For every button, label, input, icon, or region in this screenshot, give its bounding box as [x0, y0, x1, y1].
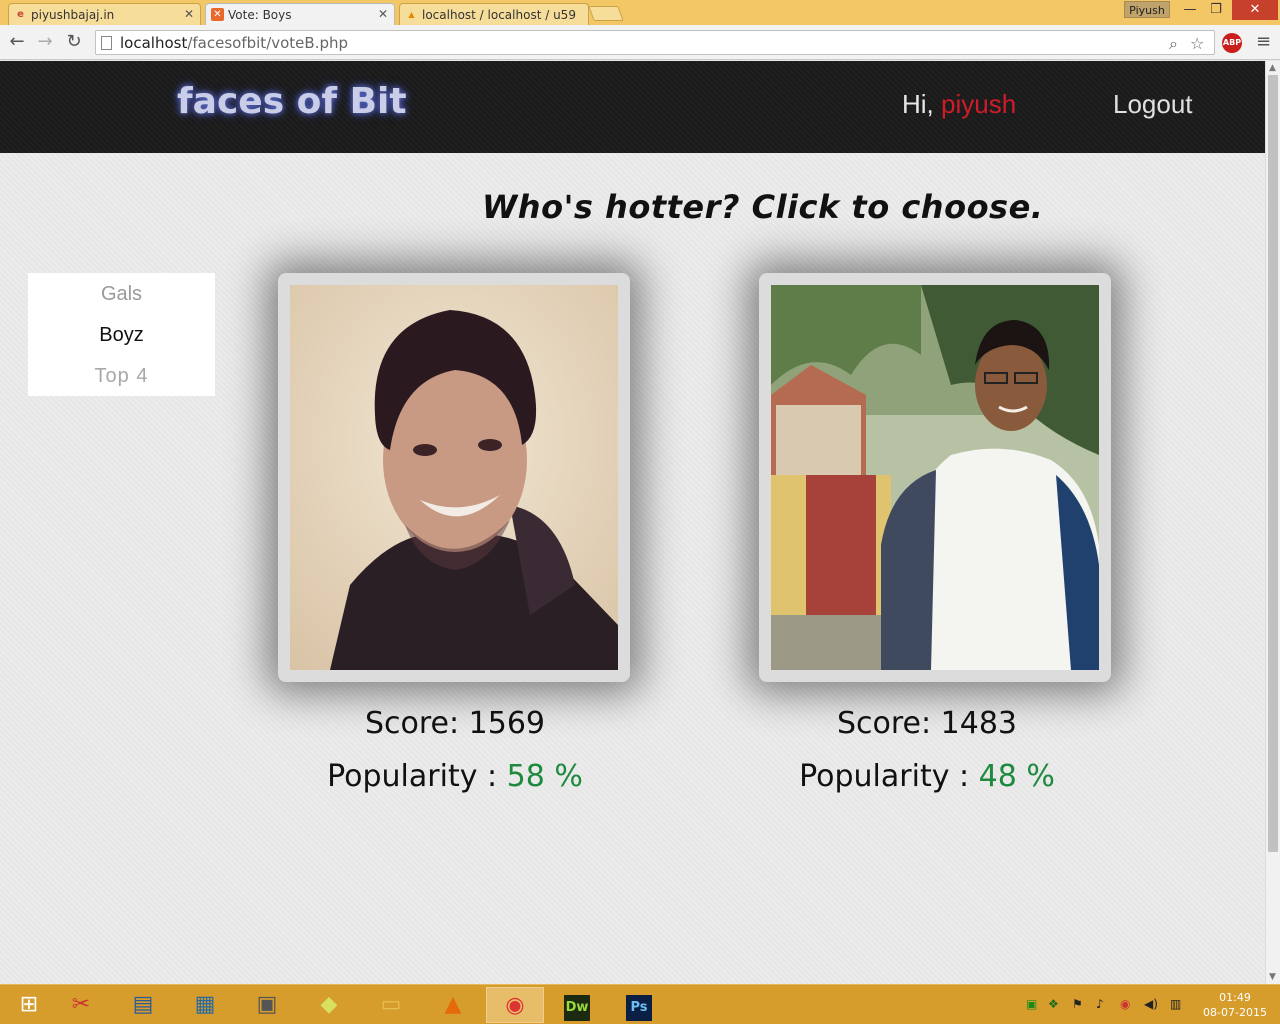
action-center-flag-icon[interactable]: ⚑	[1072, 997, 1083, 1011]
photoshop-icon[interactable]: Ps	[610, 987, 668, 1023]
system-clock[interactable]: 01:49 08-07-2015	[1200, 990, 1270, 1020]
dreamweaver-icon[interactable]: Dw	[548, 987, 606, 1023]
tab-vote-boys[interactable]: ✕ Vote: Boys ✕	[205, 3, 395, 25]
score-label: Score:	[364, 706, 460, 741]
scroll-up-icon[interactable]: ▲	[1269, 63, 1276, 73]
close-icon[interactable]: ✕	[184, 7, 194, 21]
volume-icon[interactable]: ◀)	[1144, 997, 1158, 1011]
score-value: 1483	[940, 706, 1018, 741]
contestant-card-left[interactable]	[278, 273, 630, 682]
back-arrow-icon[interactable]: ←	[6, 31, 28, 53]
site-logo[interactable]: faces of Bit	[177, 81, 407, 122]
score-label: Score:	[836, 706, 932, 741]
forward-arrow-icon[interactable]: →	[34, 31, 56, 53]
logout-link[interactable]: Logout	[1113, 89, 1193, 120]
vlc-icon[interactable]: ▲	[424, 987, 482, 1023]
adblock-plus-icon[interactable]: ABP	[1222, 33, 1242, 53]
browser-tab-strip: e piyushbajaj.in ✕ ✕ Vote: Boys ✕ ▲ loca…	[0, 0, 1280, 25]
category-menu: Gals Boyz Top 4	[28, 273, 215, 396]
monitor-icon[interactable]: ▤	[114, 987, 172, 1023]
menu-item-gals[interactable]: Gals	[28, 283, 215, 306]
site-favicon-icon: e	[17, 9, 24, 20]
tray-app-icon[interactable]: ▣	[1026, 997, 1037, 1011]
popularity-label: Popularity :	[327, 759, 498, 794]
file-explorer-icon[interactable]: ▭	[362, 987, 420, 1023]
start-icon[interactable]: ⊞	[0, 987, 58, 1023]
contestant-photo-left[interactable]	[290, 285, 618, 670]
tab-title: Vote: Boys	[228, 8, 292, 22]
page-icon	[101, 36, 112, 50]
tab-phpmyadmin[interactable]: ▲ localhost / localhost / u59	[399, 3, 589, 25]
page-scrollbar[interactable]: ▲ ▼	[1265, 61, 1280, 984]
popularity-line: Popularity : 58 %	[275, 759, 635, 794]
page-headline: Who's hotter? Click to choose.	[482, 188, 1044, 226]
minimize-icon[interactable]: —	[1180, 0, 1200, 20]
contestant-stats-right: Score: 1483 Popularity : 48 %	[747, 706, 1107, 794]
dreamweaver-label: Dw	[564, 995, 590, 1021]
control-panel-icon[interactable]: ▦	[176, 987, 234, 1023]
scroll-down-icon[interactable]: ▼	[1269, 972, 1276, 982]
reload-icon[interactable]: ↻	[63, 31, 85, 53]
clock-time: 01:49	[1219, 991, 1251, 1004]
restore-icon[interactable]: ❐	[1205, 0, 1227, 20]
new-tab-button[interactable]	[588, 6, 624, 21]
network-icon[interactable]: ▥	[1170, 997, 1181, 1011]
tab-piyushbajaj[interactable]: e piyushbajaj.in ✕	[8, 3, 201, 25]
score-line: Score: 1483	[747, 706, 1107, 741]
popularity-value: 48 %	[978, 759, 1055, 794]
zoom-icon[interactable]: ⌕	[1169, 34, 1178, 54]
popularity-label: Popularity :	[799, 759, 970, 794]
profile-badge[interactable]: Piyush	[1124, 1, 1170, 18]
menu-item-boyz[interactable]: Boyz	[28, 324, 215, 347]
portrait-image	[771, 285, 1099, 670]
contestant-stats-left: Score: 1569 Popularity : 58 %	[275, 706, 635, 794]
bookmark-star-icon[interactable]: ☆	[1190, 34, 1204, 53]
username-link[interactable]: piyush	[941, 89, 1016, 119]
contestant-photo-right[interactable]	[771, 285, 1099, 670]
scroll-thumb[interactable]	[1268, 75, 1278, 852]
windows-taskbar: ⊞ ✂ ▤ ▦ ▣ ◆ ▭ ▲ ◉ Dw Ps ▣ ❖ ⚑ ♪ ◉ ◀) ▥ 0…	[0, 984, 1280, 1024]
notification-bell-icon[interactable]: ♪	[1096, 997, 1104, 1011]
calculator-icon[interactable]: ▣	[238, 987, 296, 1023]
page-viewport: faces of Bit Hi, piyush Logout Who's hot…	[0, 61, 1265, 984]
score-value: 1569	[468, 706, 546, 741]
phpmyadmin-favicon-icon: ▲	[408, 10, 415, 19]
contestant-card-right[interactable]	[759, 273, 1111, 682]
chrome-icon[interactable]: ◉	[486, 987, 544, 1023]
url-text[interactable]: localhost/facesofbit/voteB.php	[120, 34, 348, 52]
portrait-image	[290, 285, 618, 670]
sticky-notes-icon[interactable]: ◆	[300, 987, 358, 1023]
greeting-text: Hi,	[902, 89, 934, 119]
popularity-value: 58 %	[506, 759, 583, 794]
address-bar[interactable]: localhost/facesofbit/voteB.php ⌕ ☆	[95, 30, 1215, 55]
tray-chrome-icon[interactable]: ◉	[1120, 997, 1130, 1011]
close-window-icon[interactable]: ✕	[1232, 0, 1278, 20]
photoshop-label: Ps	[626, 995, 652, 1021]
clock-date: 08-07-2015	[1203, 1006, 1267, 1019]
score-line: Score: 1569	[275, 706, 635, 741]
menu-item-top-4[interactable]: Top 4	[28, 365, 215, 388]
tab-title: localhost / localhost / u59	[422, 8, 576, 22]
popularity-line: Popularity : 48 %	[747, 759, 1107, 794]
paint-icon[interactable]: ✂	[52, 987, 110, 1023]
tab-title: piyushbajaj.in	[31, 8, 115, 22]
browser-toolbar: ← → ↻ localhost/facesofbit/voteB.php ⌕ ☆…	[0, 25, 1280, 60]
user-greeting: Hi, piyush	[902, 89, 1016, 120]
tray-network-share-icon[interactable]: ❖	[1048, 997, 1059, 1011]
xampp-favicon-icon: ✕	[211, 8, 224, 21]
site-header: faces of Bit Hi, piyush Logout	[0, 61, 1265, 153]
close-icon[interactable]: ✕	[378, 7, 388, 21]
chrome-menu-icon[interactable]: ≡	[1256, 31, 1271, 52]
